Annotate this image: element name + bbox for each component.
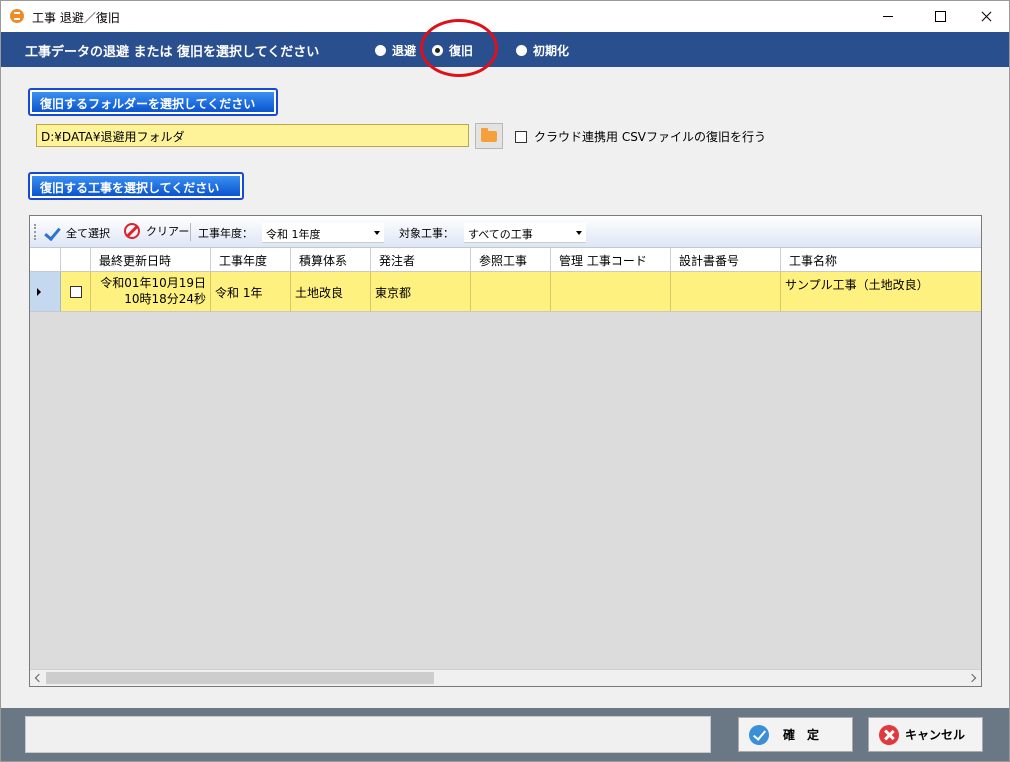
project-section-label: 復旧する工事を選択してください — [28, 172, 244, 200]
close-circle-icon — [879, 724, 899, 745]
check-circle-icon — [749, 724, 769, 745]
prohibit-icon — [124, 223, 140, 239]
column-header[interactable]: 管理 工事コード — [551, 248, 671, 271]
cell-design-no — [671, 272, 781, 311]
cloud-csv-checkbox[interactable] — [515, 130, 527, 143]
row-checkbox[interactable] — [69, 285, 82, 298]
year-select-value: 令和 1年度 — [266, 228, 321, 241]
radio-backup-label: 退避 — [392, 44, 417, 58]
select-all-button[interactable]: 全て選択 — [44, 225, 110, 241]
status-message — [25, 716, 711, 753]
title-bar: 工事 退避／復旧 — [1, 1, 1009, 32]
target-select[interactable]: すべての工事 — [464, 223, 586, 243]
year-select[interactable]: 令和 1年度 — [262, 223, 384, 243]
scroll-left-icon[interactable] — [34, 673, 44, 683]
mode-heading: 工事データの退避 または 復旧を選択してください — [25, 45, 320, 60]
chevron-down-icon — [576, 231, 582, 235]
cancel-label: キャンセル — [905, 728, 966, 742]
column-header[interactable]: 積算体系 — [291, 248, 371, 271]
highlight-circle — [420, 19, 498, 77]
cell-system: 土地改良 — [291, 272, 371, 311]
cloud-csv-label: クラウド連携用 CSVファイルの復旧を行う — [534, 130, 767, 144]
year-label: 工事年度： — [198, 227, 253, 240]
radio-backup[interactable]: 退避 — [375, 42, 416, 59]
window-title: 工事 退避／復旧 — [32, 11, 120, 25]
scroll-right-icon[interactable] — [967, 673, 977, 683]
column-header[interactable]: 発注者 — [371, 248, 471, 271]
radio-initialize-dot[interactable] — [516, 45, 527, 56]
toolbar-grip — [34, 224, 36, 240]
radio-initialize[interactable]: 初期化 — [516, 42, 569, 59]
app-icon — [10, 9, 24, 23]
folder-section-text: 復旧するフォルダーを選択してください — [32, 92, 274, 112]
browse-folder-button[interactable] — [475, 123, 503, 149]
restore-dialog: 工事 退避／復旧 工事データの退避 または 復旧を選択してください 退避 復旧 … — [0, 0, 1010, 762]
chevron-down-icon — [374, 231, 380, 235]
header-indicator — [30, 248, 61, 271]
row-check-cell[interactable] — [61, 272, 91, 311]
grid-toolbar: 全て選択 クリアー 工事年度： 令和 1年度 対象工事： すべての工事 — [30, 216, 981, 248]
project-grid: 最終更新日時 工事年度 積算体系 発注者 参照工事 管理 工事コード 設計書番号… — [30, 248, 981, 670]
row-indicator[interactable] — [30, 272, 61, 311]
cell-client: 東京都 — [371, 272, 471, 311]
clear-button[interactable]: クリアー — [124, 223, 189, 239]
scroll-thumb[interactable] — [46, 672, 434, 684]
folder-path-field[interactable]: D:¥DATA¥退避用フォルダ — [36, 124, 469, 147]
select-all-label: 全て選択 — [66, 227, 110, 240]
mode-header: 工事データの退避 または 復旧を選択してください 退避 復旧 初期化 — [1, 32, 1009, 67]
folder-section-label: 復旧するフォルダーを選択してください — [28, 88, 278, 116]
column-header[interactable]: 参照工事 — [471, 248, 551, 271]
maximize-button[interactable] — [917, 1, 963, 32]
table-row[interactable]: 令和01年10月19日 10時18分24秒 令和 1年 土地改良 東京都 サンプ… — [30, 272, 981, 312]
radio-initialize-label: 初期化 — [533, 44, 570, 58]
footer-bar: 確 定 キャンセル — [1, 708, 1009, 761]
cell-updated-time: 10時18分24秒 — [124, 292, 206, 306]
column-header[interactable]: 最終更新日時 — [91, 248, 211, 271]
grid-header-row: 最終更新日時 工事年度 積算体系 発注者 参照工事 管理 工事コード 設計書番号… — [30, 248, 981, 272]
project-section-text: 復旧する工事を選択してください — [32, 176, 240, 196]
cloud-csv-option[interactable]: クラウド連携用 CSVファイルの復旧を行う — [515, 128, 766, 145]
clear-label: クリアー — [146, 225, 190, 238]
cell-updated-date: 令和01年10月19日 — [100, 276, 206, 290]
column-header[interactable]: 設計書番号 — [671, 248, 781, 271]
target-select-value: すべての工事 — [468, 228, 533, 241]
confirm-button[interactable]: 確 定 — [738, 717, 853, 752]
cell-code — [551, 272, 671, 311]
cell-updated: 令和01年10月19日 10時18分24秒 — [91, 272, 211, 311]
check-icon — [44, 226, 60, 240]
close-button[interactable] — [963, 1, 1009, 32]
header-check — [61, 248, 91, 271]
minimize-button[interactable] — [865, 1, 911, 32]
cell-ref — [471, 272, 551, 311]
project-grid-panel: 全て選択 クリアー 工事年度： 令和 1年度 対象工事： すべての工事 最終更新… — [29, 215, 982, 687]
folder-open-icon — [481, 127, 497, 142]
column-header[interactable]: 工事名称 — [781, 248, 981, 271]
cell-year: 令和 1年 — [211, 272, 291, 311]
target-label: 対象工事： — [399, 227, 454, 240]
radio-backup-dot[interactable] — [375, 45, 386, 56]
horizontal-scrollbar[interactable] — [30, 669, 981, 686]
column-header[interactable]: 工事年度 — [211, 248, 291, 271]
confirm-label: 確 定 — [783, 728, 820, 742]
cancel-button[interactable]: キャンセル — [868, 717, 983, 752]
toolbar-separator — [190, 223, 191, 241]
cell-name: サンプル工事（土地改良） — [785, 278, 929, 292]
